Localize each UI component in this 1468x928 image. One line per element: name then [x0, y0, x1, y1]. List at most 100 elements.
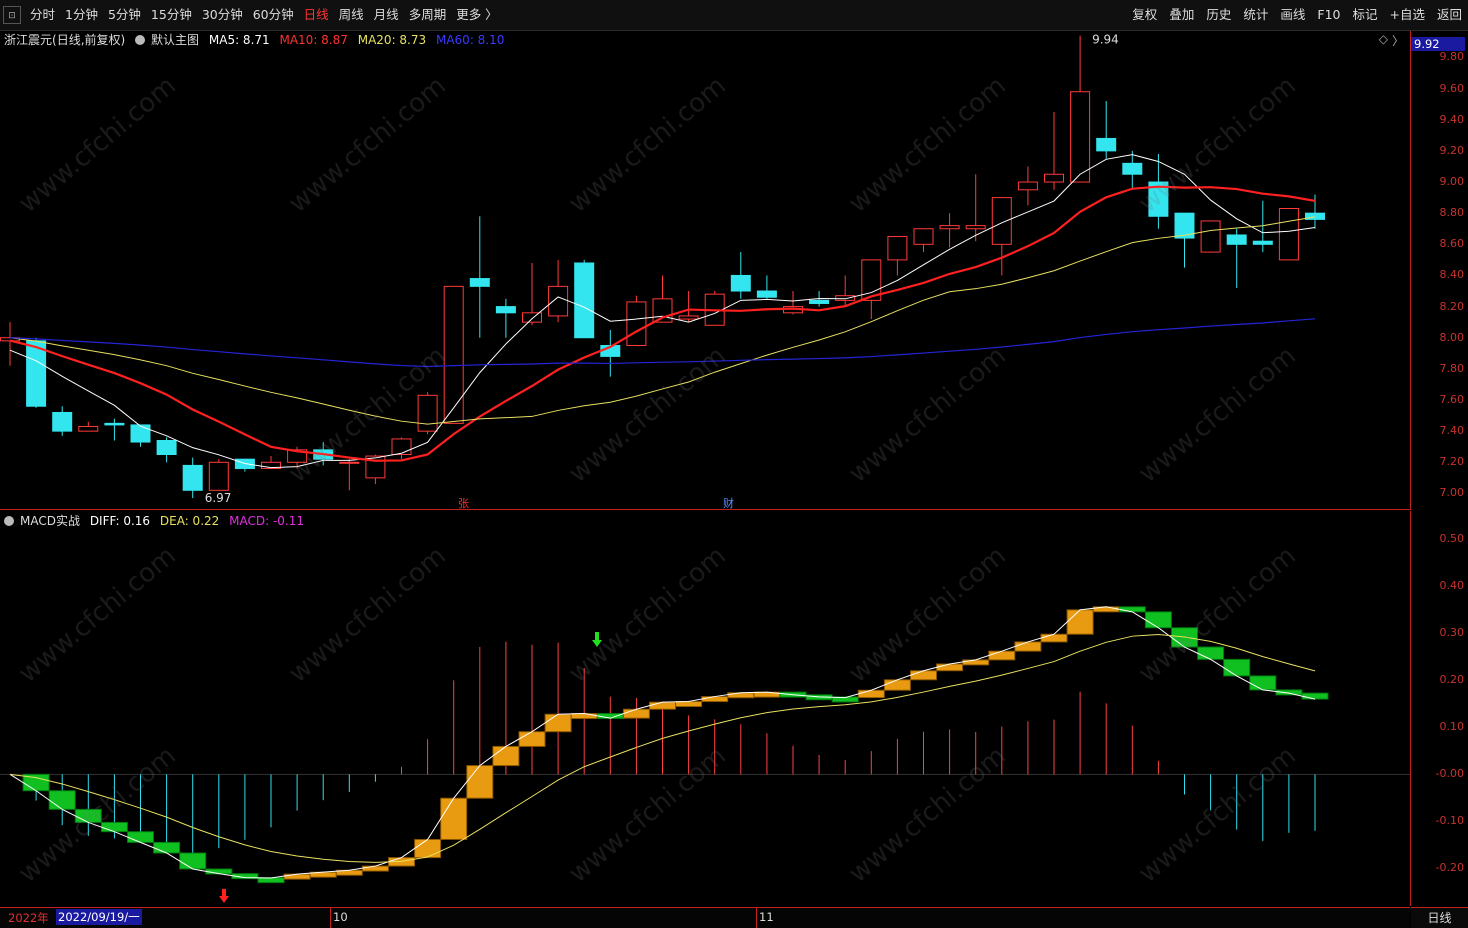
price-tick: 9.40: [1439, 112, 1465, 126]
period-tabs: ⊡ 分时 1分钟 5分钟 15分钟 30分钟 60分钟 日线 周线 月线 多周期 更多 〉: [0, 0, 503, 30]
price-tick: 7.60: [1439, 393, 1465, 406]
macd-trend-block: [675, 701, 703, 708]
price-tick: 7.80: [1439, 361, 1465, 375]
candle-body: [104, 422, 125, 426]
period-tab-8[interactable]: 月线: [369, 0, 404, 30]
macd-trend-block: [622, 708, 650, 719]
current-price-tag: 9.92: [1411, 37, 1465, 51]
candle-body: [1070, 91, 1091, 183]
candle-body: [913, 228, 934, 245]
macd-trend-block: [127, 831, 154, 843]
macd-trend-block: [1144, 611, 1172, 629]
macd-tick: 0.50: [1439, 532, 1465, 546]
period-tab-7[interactable]: 周线: [334, 0, 369, 30]
macd-trend-block: [1040, 633, 1068, 643]
period-tab-2[interactable]: 5分钟: [103, 0, 146, 30]
candle-body: [52, 411, 73, 432]
period-tab-1[interactable]: 1分钟: [60, 0, 103, 30]
macd-trend-block: [988, 650, 1016, 661]
macd-tick: -0.10: [1435, 814, 1464, 828]
candle-body: [887, 236, 908, 261]
period-tab-3[interactable]: 15分钟: [146, 0, 197, 30]
macd-trend-block: [440, 797, 468, 840]
event-mark-zhang: 张: [458, 497, 469, 509]
macd-trend-block: [466, 765, 494, 799]
period-toolbar: ⊡ 分时 1分钟 5分钟 15分钟 30分钟 60分钟 日线 周线 月线 多周期 更多 〉 复权 叠加…: [0, 0, 1468, 31]
candle-body: [469, 278, 490, 287]
period-switch-button[interactable]: 日线: [1411, 907, 1468, 928]
candle-body: [730, 274, 751, 292]
candle-body: [1226, 234, 1247, 245]
period-tab-9[interactable]: 多周期: [404, 0, 452, 30]
macd-tick: 0.20: [1439, 673, 1465, 687]
collapse-icon[interactable]: ⊡: [3, 6, 21, 24]
macd-trend-block: [48, 790, 76, 810]
month-11-label: 11: [759, 910, 774, 924]
candle-body: [809, 299, 830, 304]
macd-trend-block: [1249, 675, 1277, 691]
tool-button-0[interactable]: 复权: [1126, 0, 1163, 30]
price-tick: 9.60: [1439, 81, 1465, 95]
price-axis: 9.92 9.80 9.60 9.40 9.20 9.00 8.80 8.60 8.40 8.2…: [1411, 31, 1468, 509]
macd-pane[interactable]: MACD实战 DIFF: 0.16 DEA: 0.22 MACD: -0.11: [0, 511, 1411, 906]
tool-button-7[interactable]: +自选: [1384, 0, 1431, 30]
macd-trend-block: [74, 808, 102, 823]
tool-button-8[interactable]: 返回: [1431, 0, 1468, 30]
macd-trend-block: [570, 713, 598, 720]
tool-button-3[interactable]: 统计: [1237, 0, 1274, 30]
macd-chart[interactable]: [0, 511, 1410, 906]
event-mark-cai: 财: [723, 496, 734, 509]
candle-body: [626, 301, 647, 347]
price-tick: 9.00: [1439, 175, 1465, 189]
candle-body: [965, 225, 986, 230]
macd-trend-block: [1066, 609, 1094, 635]
period-tab-0[interactable]: 分时: [25, 0, 60, 30]
candle-body: [417, 394, 438, 432]
period-tab-10[interactable]: 更多 〉: [451, 0, 502, 30]
low-price-label: 6.97: [205, 491, 232, 505]
candlestick-chart[interactable]: 9.94 6.97 张 财: [0, 31, 1410, 509]
sell-arrow-icon: [592, 632, 602, 647]
macd-trend-block: [727, 692, 755, 699]
candle-body: [1017, 181, 1038, 191]
price-tick: 8.40: [1439, 268, 1465, 282]
macd-tick: 0.30: [1439, 626, 1465, 640]
tool-button-4[interactable]: 画线: [1274, 0, 1311, 30]
candle-body: [1252, 240, 1273, 245]
macd-trend-block: [100, 821, 128, 833]
main-chart-pane[interactable]: 浙江震元(日线,前复权) 默认主图 MA5: 8.71 MA10: 8.87 M…: [0, 31, 1411, 510]
macd-trend-block: [283, 873, 311, 880]
period-tab-5[interactable]: 60分钟: [248, 0, 299, 30]
month-divider-10: [330, 908, 331, 928]
macd-trend-block: [1197, 646, 1225, 660]
macd-trend-block: [1223, 658, 1251, 677]
candle-body: [391, 438, 412, 456]
macd-trend-block: [910, 670, 937, 681]
tool-button-2[interactable]: 历史: [1200, 0, 1237, 30]
macd-tick: -0.20: [1435, 861, 1464, 875]
macd-trend-block: [1014, 641, 1042, 652]
period-tab-4[interactable]: 30分钟: [197, 0, 248, 30]
tool-button-5[interactable]: F10: [1311, 0, 1346, 30]
candle-body: [443, 285, 464, 424]
ma10-line: [9, 185, 1316, 462]
candle-body: [156, 439, 177, 456]
candle-body: [26, 340, 47, 407]
tool-button-1[interactable]: 叠加: [1163, 0, 1200, 30]
candle-body: [991, 197, 1012, 245]
macd-trend-block: [883, 679, 911, 691]
macd-trend-block: [649, 701, 676, 710]
macd-trend-block: [701, 696, 729, 703]
period-tab-6[interactable]: 日线: [299, 0, 334, 30]
macd-tick: 0.10: [1439, 720, 1465, 734]
candle-body: [678, 315, 699, 320]
cursor-date: 2022/09/19/一: [56, 909, 142, 925]
macd-trend-block: [1118, 606, 1146, 613]
tool-button-6[interactable]: 标记: [1346, 0, 1383, 30]
macd-trend-block: [361, 865, 389, 872]
macd-tick: -0.00: [1435, 767, 1464, 781]
price-tick: 7.00: [1439, 486, 1465, 500]
macd-trend-block: [936, 663, 964, 672]
month-10-label: 10: [333, 910, 348, 924]
candle-body: [1096, 137, 1117, 152]
